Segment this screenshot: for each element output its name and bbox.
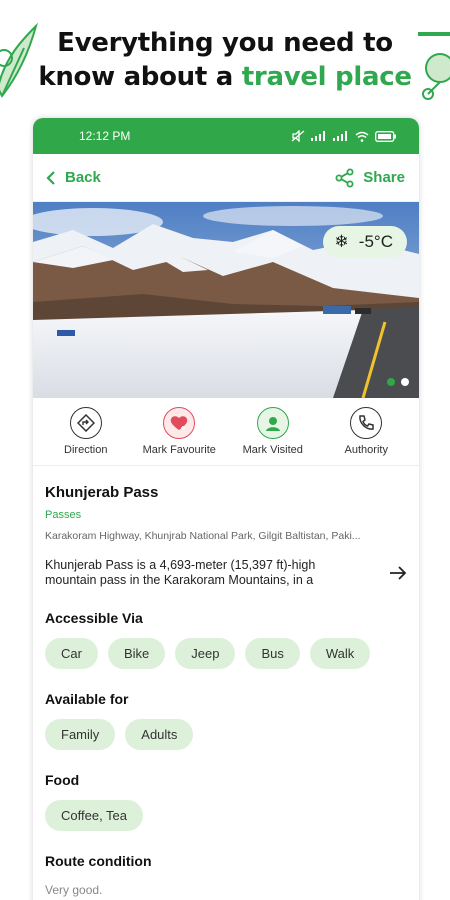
scooter-decoration-icon (418, 32, 450, 100)
top-app-bar: Back Share (33, 154, 419, 202)
direction-icon (69, 407, 102, 439)
back-label: Back (65, 169, 101, 186)
battery-icon (375, 130, 396, 142)
action-bar: Direction Mark Favourite Mark Visited Au… (33, 398, 419, 466)
mark-visited-button[interactable]: Mark Visited (226, 407, 320, 456)
place-name: Khunjerab Pass (45, 484, 159, 501)
promo-line-2-prefix: know about a (38, 62, 234, 92)
chip-bus[interactable]: Bus (245, 638, 300, 669)
mark-favourite-label: Mark Favourite (142, 444, 216, 456)
share-icon (335, 168, 354, 187)
route-condition-title: Route condition (45, 853, 152, 869)
carousel-dots (387, 378, 409, 386)
snowflake-icon: ❄ (334, 232, 349, 251)
direction-button[interactable]: Direction (39, 407, 133, 456)
description-row[interactable]: Khunjerab Pass is a 4,693-meter (15,397 … (45, 558, 407, 588)
chip-adults[interactable]: Adults (125, 719, 194, 750)
status-bar: 12:12 PM (33, 118, 419, 154)
chip-bike[interactable]: Bike (107, 638, 166, 669)
food-chips: Coffee, Tea (45, 800, 407, 831)
accessible-via-chips: Car Bike Jeep Bus Walk (45, 638, 407, 669)
share-label: Share (363, 169, 405, 186)
signal-icon (311, 131, 325, 141)
promo-line-1: Everything you need to (57, 28, 393, 58)
route-condition-value: Very good. (45, 883, 103, 897)
status-icons (291, 130, 397, 142)
arrow-right-icon[interactable] (389, 565, 407, 581)
direction-label: Direction (64, 444, 108, 456)
mark-favourite-button[interactable]: Mark Favourite (133, 407, 227, 456)
promo-header: Everything you need to know about a trav… (0, 0, 450, 118)
promo-line-2-accent: travel place (241, 62, 412, 92)
phone-screen: 12:12 PM Back Share ❄ -5°C Direction Mar… (33, 118, 419, 900)
chip-family[interactable]: Family (45, 719, 116, 750)
accessible-via-title: Accessible Via (45, 610, 143, 626)
back-button[interactable]: Back (45, 169, 101, 186)
carousel-dot-active[interactable] (387, 378, 395, 386)
mute-icon (291, 130, 305, 142)
temperature-value: -5°C (358, 232, 393, 251)
available-for-title: Available for (45, 691, 129, 707)
mark-visited-label: Mark Visited (242, 444, 303, 456)
place-address: Karakoram Highway, Khunjrab National Par… (45, 530, 361, 542)
signal-icon-2 (333, 131, 347, 141)
available-for-chips: Family Adults (45, 719, 407, 750)
weather-badge: ❄ -5°C (322, 226, 407, 258)
chip-jeep[interactable]: Jeep (175, 638, 236, 669)
chip-coffee-tea[interactable]: Coffee, Tea (45, 800, 144, 831)
visited-icon (256, 407, 289, 439)
wifi-icon (355, 131, 369, 142)
place-category[interactable]: Passes (45, 509, 407, 521)
place-details: Khunjerab Pass Passes Karakoram Highway,… (33, 466, 419, 897)
authority-label: Authority (344, 444, 388, 456)
chevron-left-icon (46, 170, 55, 185)
food-title: Food (45, 772, 80, 788)
hero-image-carousel[interactable]: ❄ -5°C (33, 202, 419, 398)
carousel-dot[interactable] (401, 378, 409, 386)
place-description: Khunjerab Pass is a 4,693-meter (15,397 … (45, 558, 316, 587)
authority-button[interactable]: Authority (320, 407, 414, 456)
promo-line-2: know about a travel place (0, 60, 450, 94)
status-time: 12:12 PM (79, 129, 131, 143)
chip-car[interactable]: Car (45, 638, 98, 669)
heart-icon (163, 407, 196, 439)
share-button[interactable]: Share (335, 168, 405, 188)
chip-walk[interactable]: Walk (309, 638, 371, 669)
promo-title: Everything you need to know about a trav… (0, 26, 450, 94)
phone-icon (350, 407, 383, 439)
